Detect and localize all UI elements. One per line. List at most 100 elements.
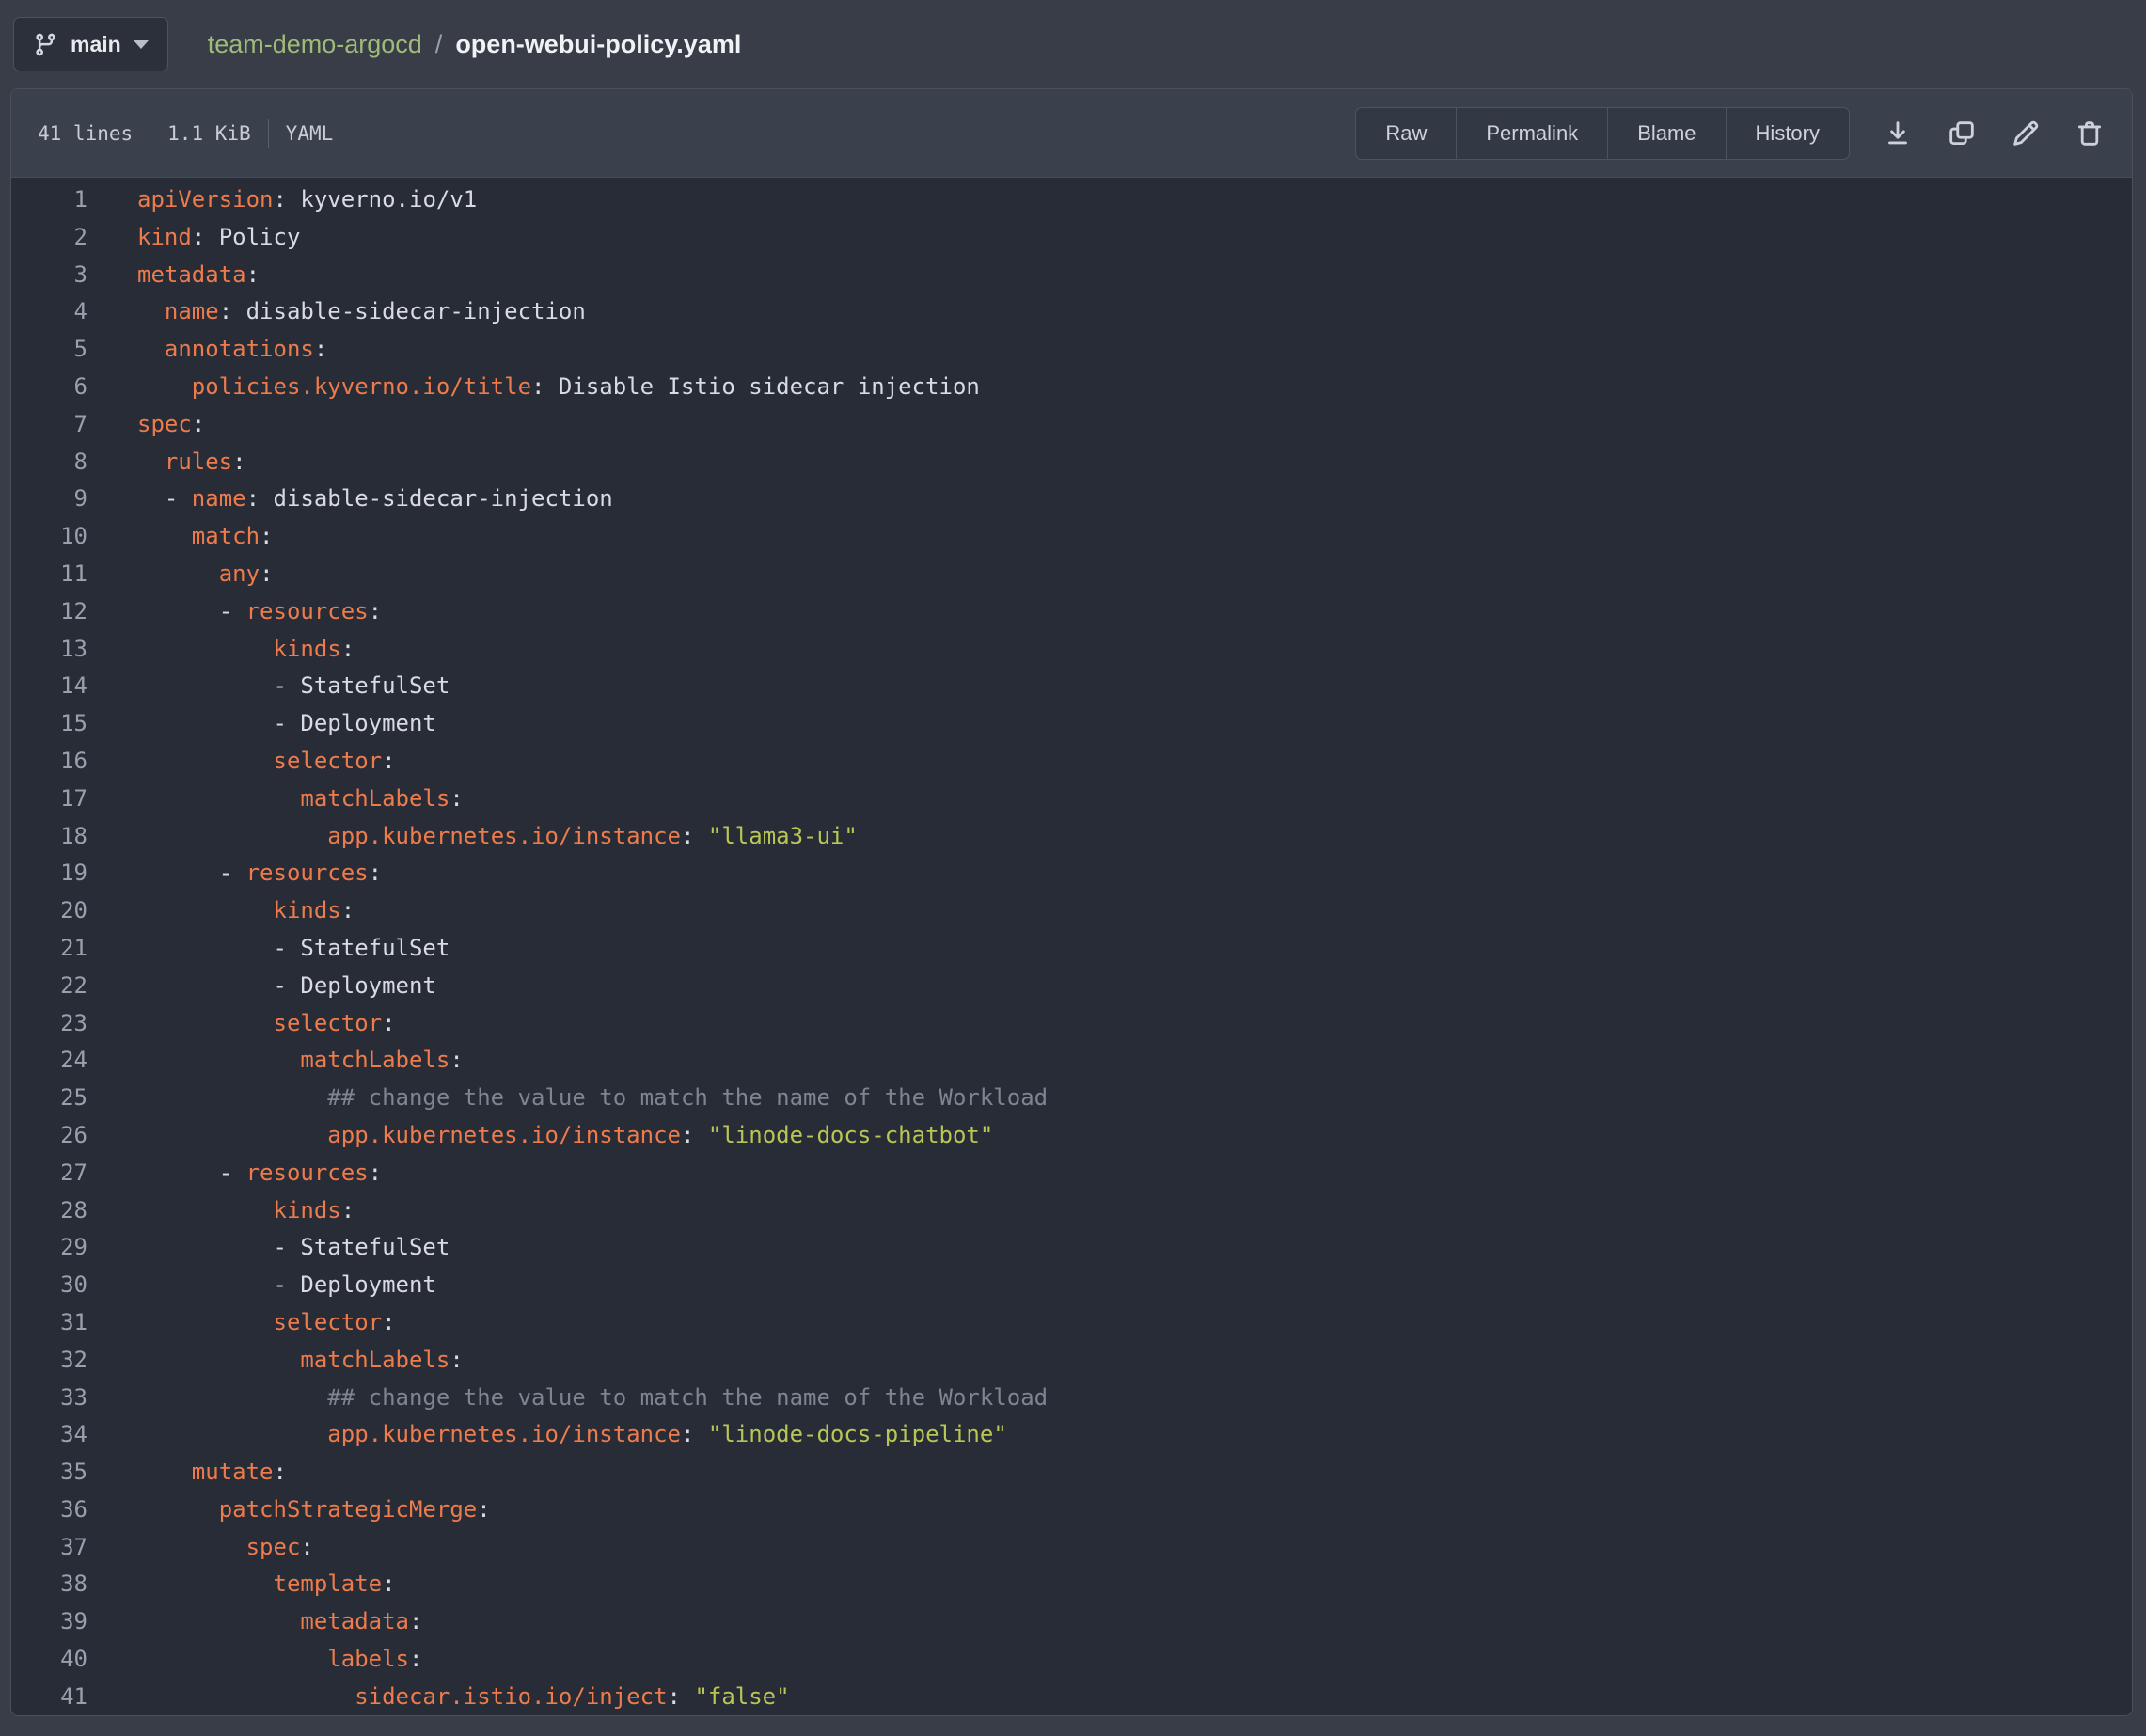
line-number[interactable]: 13 <box>11 631 87 669</box>
raw-button[interactable]: Raw <box>1356 108 1456 159</box>
line-number[interactable]: 3 <box>11 257 87 294</box>
code-line-content: mutate: <box>87 1454 287 1491</box>
breadcrumb-file-name: open-webui-policy.yaml <box>455 30 741 59</box>
code-line-content: - resources: <box>87 593 382 631</box>
code-line-content: kind: Policy <box>87 219 300 257</box>
code-line: 39 metadata: <box>11 1603 2132 1641</box>
git-branch-icon <box>33 32 58 57</box>
breadcrumb-separator: / <box>435 30 443 59</box>
line-number[interactable]: 33 <box>11 1380 87 1417</box>
code-line-content: - StatefulSet <box>87 930 450 968</box>
code-line-content: selector: <box>87 1005 396 1043</box>
line-number[interactable]: 24 <box>11 1042 87 1080</box>
code-line-content: app.kubernetes.io/instance: "linode-docs… <box>87 1117 993 1155</box>
code-line-content: annotations: <box>87 331 327 369</box>
edit-button[interactable] <box>2008 116 2043 151</box>
line-number[interactable]: 26 <box>11 1117 87 1155</box>
line-number[interactable]: 38 <box>11 1566 87 1603</box>
line-number[interactable]: 9 <box>11 481 87 518</box>
line-number[interactable]: 19 <box>11 855 87 892</box>
line-number[interactable]: 20 <box>11 892 87 930</box>
line-number[interactable]: 32 <box>11 1342 87 1380</box>
code-view: 1apiVersion: kyverno.io/v12kind: Policy3… <box>11 178 2132 1716</box>
code-line-content: app.kubernetes.io/instance: "llama3-ui" <box>87 818 858 856</box>
download-button[interactable] <box>1880 116 1916 151</box>
line-number[interactable]: 35 <box>11 1454 87 1491</box>
code-line-content: apiVersion: kyverno.io/v1 <box>87 181 477 219</box>
code-line-content: app.kubernetes.io/instance: "linode-docs… <box>87 1416 1007 1454</box>
code-line: 25 ## change the value to match the name… <box>11 1080 2132 1117</box>
code-line: 38 template: <box>11 1566 2132 1603</box>
line-number[interactable]: 37 <box>11 1529 87 1567</box>
code-line: 20 kinds: <box>11 892 2132 930</box>
code-line-content: ## change the value to match the name of… <box>87 1080 1048 1117</box>
line-number[interactable]: 25 <box>11 1080 87 1117</box>
line-number[interactable]: 41 <box>11 1679 87 1716</box>
code-line: 41 sidecar.istio.io/inject: "false" <box>11 1679 2132 1716</box>
code-line-content: metadata: <box>87 1603 422 1641</box>
code-line: 21 - StatefulSet <box>11 930 2132 968</box>
line-number[interactable]: 6 <box>11 369 87 406</box>
code-line-content: - Deployment <box>87 705 436 743</box>
line-number[interactable]: 27 <box>11 1155 87 1192</box>
line-number[interactable]: 39 <box>11 1603 87 1641</box>
line-number[interactable]: 1 <box>11 181 87 219</box>
line-number[interactable]: 22 <box>11 968 87 1005</box>
code-line-content: kinds: <box>87 1192 355 1230</box>
code-line: 4 name: disable-sidecar-injection <box>11 293 2132 331</box>
line-number[interactable]: 8 <box>11 444 87 481</box>
line-number[interactable]: 2 <box>11 219 87 257</box>
line-number[interactable]: 29 <box>11 1229 87 1267</box>
code-line: 31 selector: <box>11 1304 2132 1342</box>
line-number[interactable]: 28 <box>11 1192 87 1230</box>
delete-icon <box>2074 118 2106 150</box>
code-line-content: - Deployment <box>87 1267 436 1304</box>
code-line: 9 - name: disable-sidecar-injection <box>11 481 2132 518</box>
branch-selector[interactable]: main <box>13 17 168 71</box>
line-number[interactable]: 36 <box>11 1491 87 1529</box>
breadcrumb: team-demo-argocd / open-webui-policy.yam… <box>208 30 742 59</box>
code-line: 35 mutate: <box>11 1454 2132 1491</box>
line-number[interactable]: 16 <box>11 743 87 781</box>
code-line: 15 - Deployment <box>11 705 2132 743</box>
code-line-content: patchStrategicMerge: <box>87 1491 491 1529</box>
line-number[interactable]: 23 <box>11 1005 87 1043</box>
delete-button[interactable] <box>2072 116 2107 151</box>
line-number[interactable]: 31 <box>11 1304 87 1342</box>
line-number[interactable]: 5 <box>11 331 87 369</box>
code-line: 14 - StatefulSet <box>11 668 2132 705</box>
code-line-content: spec: <box>87 406 205 444</box>
copy-button[interactable] <box>1944 116 1980 151</box>
code-line: 23 selector: <box>11 1005 2132 1043</box>
line-number[interactable]: 21 <box>11 930 87 968</box>
file-icon-actions <box>1880 116 2107 151</box>
line-number[interactable]: 17 <box>11 781 87 818</box>
line-number[interactable]: 18 <box>11 818 87 856</box>
code-line-content: selector: <box>87 743 396 781</box>
code-line: 5 annotations: <box>11 331 2132 369</box>
line-number[interactable]: 7 <box>11 406 87 444</box>
history-button[interactable]: History <box>1726 108 1849 159</box>
file-header: 41 lines 1.1 KiB YAML Raw Permalink Blam… <box>11 89 2132 178</box>
code-line: 16 selector: <box>11 743 2132 781</box>
blame-button[interactable]: Blame <box>1607 108 1725 159</box>
breadcrumb-repo-link[interactable]: team-demo-argocd <box>208 30 422 59</box>
line-number[interactable]: 12 <box>11 593 87 631</box>
code-line-content: matchLabels: <box>87 1042 464 1080</box>
line-number[interactable]: 10 <box>11 518 87 556</box>
branch-name: main <box>71 32 121 57</box>
line-number[interactable]: 15 <box>11 705 87 743</box>
code-line: 24 matchLabels: <box>11 1042 2132 1080</box>
line-number[interactable]: 30 <box>11 1267 87 1304</box>
line-number[interactable]: 14 <box>11 668 87 705</box>
line-number[interactable]: 34 <box>11 1416 87 1454</box>
line-number[interactable]: 40 <box>11 1641 87 1679</box>
code-line-content: - resources: <box>87 855 382 892</box>
file-view-panel: 41 lines 1.1 KiB YAML Raw Permalink Blam… <box>10 88 2133 1716</box>
code-line: 26 app.kubernetes.io/instance: "linode-d… <box>11 1117 2132 1155</box>
line-number[interactable]: 4 <box>11 293 87 331</box>
code-line: 13 kinds: <box>11 631 2132 669</box>
line-number[interactable]: 11 <box>11 556 87 593</box>
download-icon <box>1882 118 1914 150</box>
permalink-button[interactable]: Permalink <box>1456 108 1607 159</box>
